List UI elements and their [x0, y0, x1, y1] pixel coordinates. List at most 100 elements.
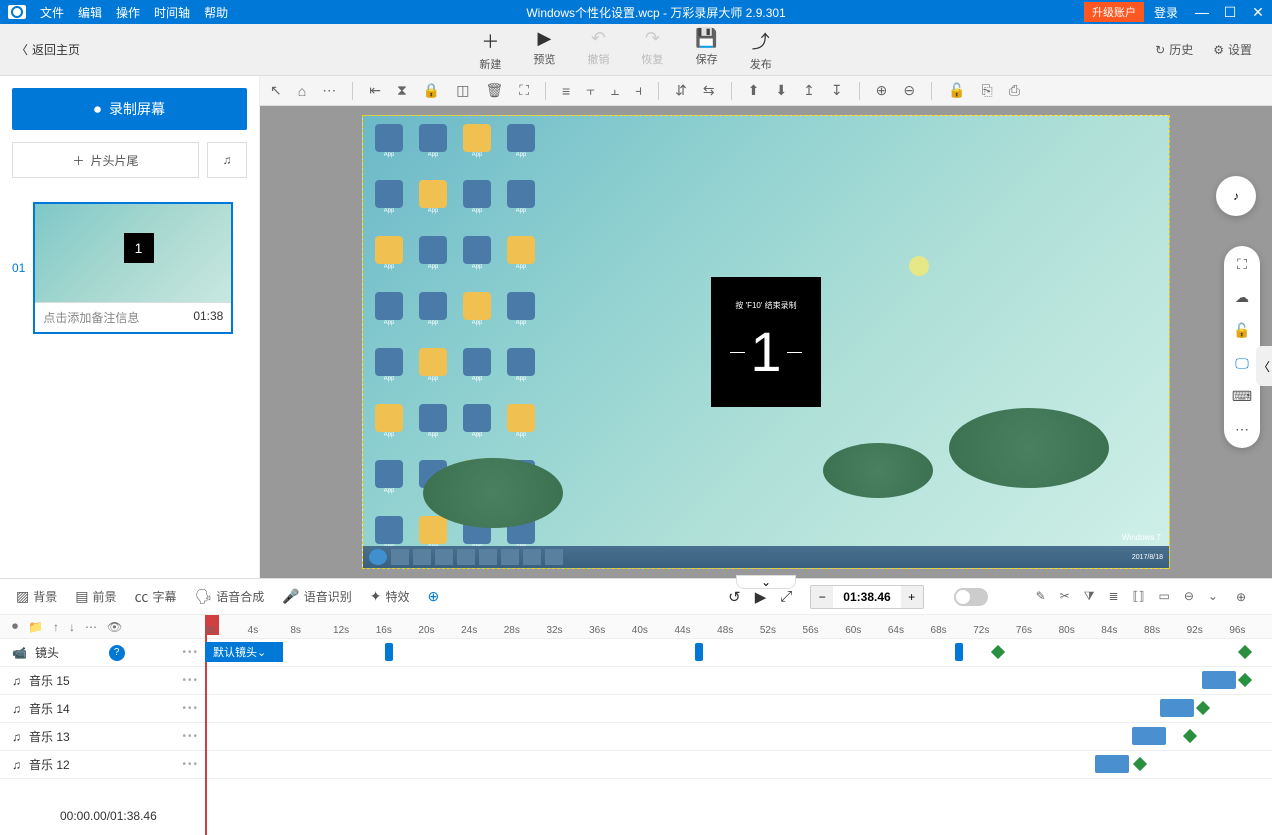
default-camera-clip[interactable]: 默认镜头 ⌄	[205, 642, 283, 662]
layer-down-icon[interactable]: ↧	[831, 82, 843, 99]
align-left-icon[interactable]: ⫟	[586, 82, 594, 99]
audio-clip[interactable]	[1160, 699, 1194, 717]
lock-icon[interactable]: 🔒	[423, 82, 440, 99]
zoom-in-icon[interactable]: ⊕	[876, 82, 888, 99]
more-icon[interactable]: ⋯	[322, 82, 336, 99]
record-button[interactable]: ⏺ 录制屏幕	[12, 88, 247, 130]
history-button[interactable]: ↻历史	[1155, 41, 1193, 58]
music-button[interactable]: ♫	[207, 142, 247, 178]
bg-button[interactable]: ▨背景	[16, 588, 57, 605]
toolbar-新建[interactable]: ＋新建	[479, 28, 501, 72]
expand-tab[interactable]: 〈	[1256, 346, 1272, 386]
monitor-icon[interactable]: 🖵	[1235, 355, 1249, 372]
add-track-icon[interactable]: ⊕	[1236, 590, 1246, 604]
toolbar-保存[interactable]: 💾保存	[695, 28, 717, 72]
layer-up-icon[interactable]: ↥	[803, 82, 815, 99]
fg-button[interactable]: ▤前景	[75, 588, 116, 605]
keyframe[interactable]	[1183, 729, 1197, 743]
edit-icon[interactable]: ✎	[1036, 589, 1046, 604]
layer-back-icon[interactable]: ⬇	[775, 82, 787, 99]
bracket-icon[interactable]: ⟦⟧	[1133, 589, 1145, 604]
audio-clip[interactable]	[1132, 727, 1166, 745]
toolbar-发布[interactable]: ⤴发布	[750, 28, 772, 72]
valign-icon[interactable]: ≡	[562, 83, 570, 99]
expand-icon[interactable]: ⤢	[780, 588, 792, 605]
back-button[interactable]: 〈 返回主页	[0, 41, 96, 58]
tts-button[interactable]: 🗣语音合成	[195, 588, 265, 605]
asr-button[interactable]: 🎤语音识别	[282, 588, 351, 605]
box-icon[interactable]: ▭	[1158, 589, 1169, 604]
main-toolbar: 〈 返回主页 ＋新建▶预览↶撤销↷恢复💾保存⤴发布 ↻历史 ⚙设置	[0, 24, 1272, 76]
delete-icon[interactable]: 🗑	[485, 82, 503, 99]
dist-v-icon[interactable]: ⇆	[703, 82, 715, 99]
close-button[interactable]: ✕	[1244, 0, 1272, 24]
rewind-icon[interactable]: ↺	[728, 588, 741, 606]
audio-clip[interactable]	[1095, 755, 1129, 773]
lock-open-icon[interactable]: 🔓	[1233, 322, 1250, 339]
subtitle-button[interactable]: ㏄字幕	[135, 587, 177, 607]
zoom-out-icon[interactable]: ⊖	[903, 82, 915, 99]
scene-note[interactable]: 点击添加备注信息	[43, 309, 139, 326]
keyframe[interactable]	[1196, 701, 1210, 715]
copy-icon[interactable]: ⎘	[981, 82, 992, 99]
toolbar-预览[interactable]: ▶预览	[533, 28, 555, 72]
menu-action[interactable]: 操作	[116, 4, 140, 21]
remove-icon[interactable]: ⊖	[1184, 589, 1194, 604]
cursor-icon[interactable]: ↖	[270, 82, 282, 99]
align-right-icon[interactable]: ⫞	[635, 82, 642, 99]
ellipsis-icon[interactable]: ⋯	[1235, 421, 1249, 438]
fullscreen-icon[interactable]: ⛶	[1237, 256, 1247, 273]
align-center-icon[interactable]: ⫠	[611, 82, 619, 99]
transform-icon[interactable]: ◫	[456, 82, 469, 99]
keyboard-icon[interactable]: ⌨	[1232, 388, 1252, 405]
fx-button[interactable]: ✦特效	[370, 588, 410, 605]
tl-up-icon[interactable]: ↑	[53, 620, 59, 634]
upgrade-button[interactable]: 升级账户	[1084, 2, 1144, 22]
menu-help[interactable]: 帮助	[204, 4, 228, 21]
tl-dots-icon[interactable]: ⋯	[85, 620, 97, 634]
chevron-down-icon[interactable]: ⌄	[1208, 589, 1218, 604]
intro-outro-button[interactable]: ＋片头片尾	[12, 142, 199, 178]
levels-icon[interactable]: ≣	[1109, 589, 1119, 604]
hourglass-icon[interactable]: ⧗	[397, 82, 407, 99]
sidebar: ⏺ 录制屏幕 ＋片头片尾 ♫ 01 1 点击添加备注信息 01:38 00:00…	[0, 76, 260, 578]
float-music-button[interactable]: ♪	[1216, 176, 1256, 216]
dist-h-icon[interactable]: ⇵	[675, 82, 687, 99]
time-minus[interactable]: −	[811, 586, 833, 608]
cloud-icon[interactable]: ☁	[1235, 289, 1249, 306]
paste-icon[interactable]: ⎙	[1009, 82, 1020, 99]
more-circle-icon[interactable]: ⊕	[428, 588, 440, 605]
menu-file[interactable]: 文件	[40, 4, 64, 21]
time-plus[interactable]: +	[901, 586, 923, 608]
collapse-tab[interactable]: ⌄	[736, 575, 796, 589]
tl-eye-icon[interactable]: 👁	[107, 620, 122, 634]
menu-edit[interactable]: 编辑	[78, 4, 102, 21]
play-icon[interactable]: ▶	[755, 588, 767, 606]
scene-thumbnail[interactable]: 1 点击添加备注信息 01:38	[33, 202, 233, 334]
scene-number: 01	[12, 261, 25, 275]
cut-icon[interactable]: ✂	[1060, 589, 1070, 604]
skip-start-icon[interactable]: ⇤	[369, 82, 381, 99]
tl-down-icon[interactable]: ↓	[69, 620, 75, 634]
audio-clip[interactable]	[1202, 671, 1236, 689]
home-icon[interactable]: ⌂	[298, 83, 306, 99]
filter-icon[interactable]: ⧩	[1084, 589, 1095, 604]
menu-timeline[interactable]: 时间轴	[154, 4, 190, 21]
unlock-icon[interactable]: 🔓	[948, 82, 965, 99]
desktop-preview[interactable]: AppAppAppAppAppAppAppAppAppAppAppAppAppA…	[362, 115, 1170, 569]
minimize-button[interactable]: —	[1188, 0, 1216, 24]
titlebar: 文件 编辑 操作 时间轴 帮助 Windows个性化设置.wcp - 万彩录屏大…	[0, 0, 1272, 24]
crop-icon[interactable]: ⛶	[519, 82, 529, 99]
camera-track: 📹 镜头 ? ••• 默认镜头 ⌄	[0, 639, 1272, 667]
login-button[interactable]: 登录	[1154, 4, 1178, 21]
settings-button[interactable]: ⚙设置	[1213, 41, 1252, 58]
tl-folder-icon[interactable]: 📁	[28, 620, 43, 634]
help-badge[interactable]: ?	[109, 645, 125, 661]
keyframe[interactable]	[1238, 673, 1252, 687]
tl-record-icon[interactable]: ⏺	[12, 619, 18, 634]
layer-front-icon[interactable]: ⬆	[748, 82, 760, 99]
toggle-switch[interactable]	[954, 588, 988, 606]
maximize-button[interactable]: ☐	[1216, 0, 1244, 24]
keyframe[interactable]	[1133, 757, 1147, 771]
music-note-icon: ♫	[12, 730, 21, 744]
